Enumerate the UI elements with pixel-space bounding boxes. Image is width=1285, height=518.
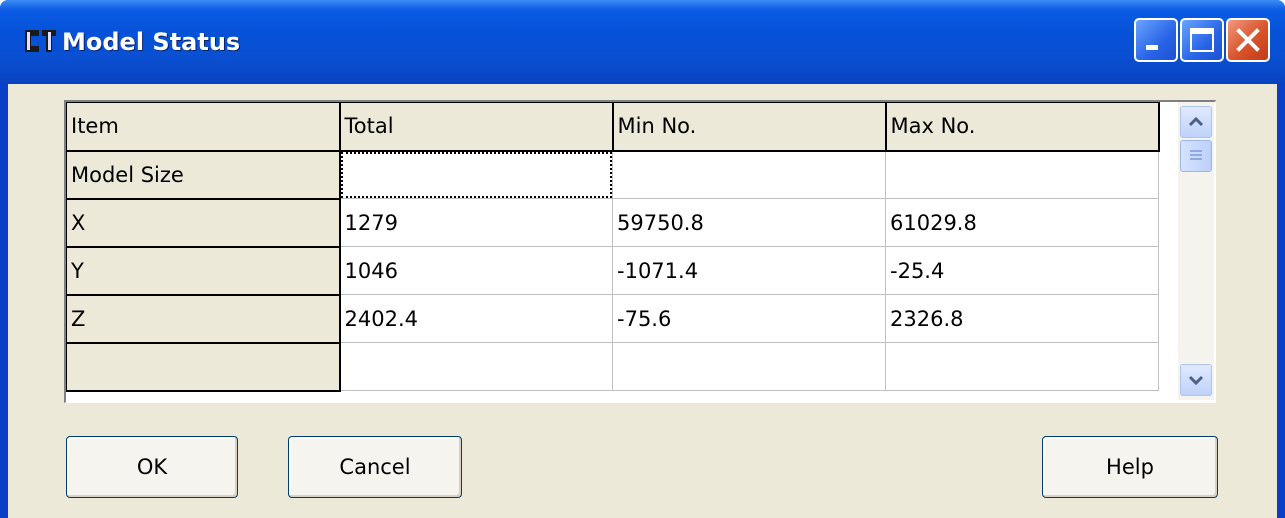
grid-cell[interactable]: 59750.8: [612, 198, 886, 247]
grid-cell[interactable]: -25.4: [885, 246, 1159, 295]
table-row: Y 1046 -1071.4 -25.4: [66, 246, 1159, 296]
grid-cell[interactable]: [885, 150, 1159, 199]
cancel-button[interactable]: Cancel: [288, 436, 462, 498]
chevron-down-icon: [1188, 375, 1204, 386]
header-total[interactable]: Total: [339, 102, 614, 152]
scroll-thumb[interactable]: [1180, 140, 1212, 172]
window-title: Model Status: [62, 28, 241, 56]
grid-cell[interactable]: -75.6: [612, 294, 886, 343]
grid-cell[interactable]: [612, 342, 886, 391]
grid-cell[interactable]: 61029.8: [885, 198, 1159, 247]
row-header-y[interactable]: Y: [66, 246, 341, 296]
grid-cell[interactable]: [339, 150, 613, 199]
maximize-button[interactable]: [1180, 18, 1224, 62]
grid-cell[interactable]: -1071.4: [612, 246, 886, 295]
close-icon: [1236, 28, 1260, 52]
row-header-z[interactable]: Z: [66, 294, 341, 344]
title-bar[interactable]: Model Status: [0, 0, 1285, 84]
grip-icon: [1190, 150, 1202, 160]
cf-logo-icon: [25, 30, 56, 52]
header-max-no[interactable]: Max No.: [885, 102, 1160, 152]
table-row: X 1279 59750.8 61029.8: [66, 198, 1159, 248]
row-header-empty[interactable]: [66, 342, 341, 392]
chevron-up-icon: [1188, 116, 1204, 127]
grid-cell[interactable]: [339, 342, 613, 391]
scroll-down-button[interactable]: [1180, 364, 1212, 396]
minimize-icon: [1146, 45, 1158, 50]
maximize-icon: [1190, 28, 1214, 52]
grid-cell[interactable]: 1279: [339, 198, 613, 247]
help-button[interactable]: Help: [1042, 436, 1218, 498]
scroll-up-button[interactable]: [1180, 106, 1212, 138]
model-status-window: Model Status Item Total Min No. Max No. …: [0, 0, 1285, 518]
grid-cell[interactable]: [885, 342, 1159, 391]
vertical-scrollbar[interactable]: [1178, 102, 1214, 400]
table-row: [66, 342, 1159, 392]
row-header-model-size[interactable]: Model Size: [66, 150, 341, 200]
grid-cell[interactable]: 1046: [339, 246, 613, 295]
header-item[interactable]: Item: [66, 102, 341, 152]
close-button[interactable]: [1226, 18, 1270, 62]
row-header-x[interactable]: X: [66, 198, 341, 248]
table-row: Model Size: [66, 150, 1159, 200]
grid-table: Item Total Min No. Max No. Model Size X …: [66, 102, 1160, 392]
ok-button[interactable]: OK: [66, 436, 238, 498]
table-row: Z 2402.4 -75.6 2326.8: [66, 294, 1159, 344]
grid-cell[interactable]: 2326.8: [885, 294, 1159, 343]
model-status-grid[interactable]: Item Total Min No. Max No. Model Size X …: [64, 100, 1216, 403]
grid-cell[interactable]: 2402.4: [339, 294, 613, 343]
grid-cell[interactable]: [612, 150, 886, 199]
header-min-no[interactable]: Min No.: [612, 102, 887, 152]
grid-header-row: Item Total Min No. Max No.: [66, 102, 1160, 152]
minimize-button[interactable]: [1134, 18, 1178, 62]
